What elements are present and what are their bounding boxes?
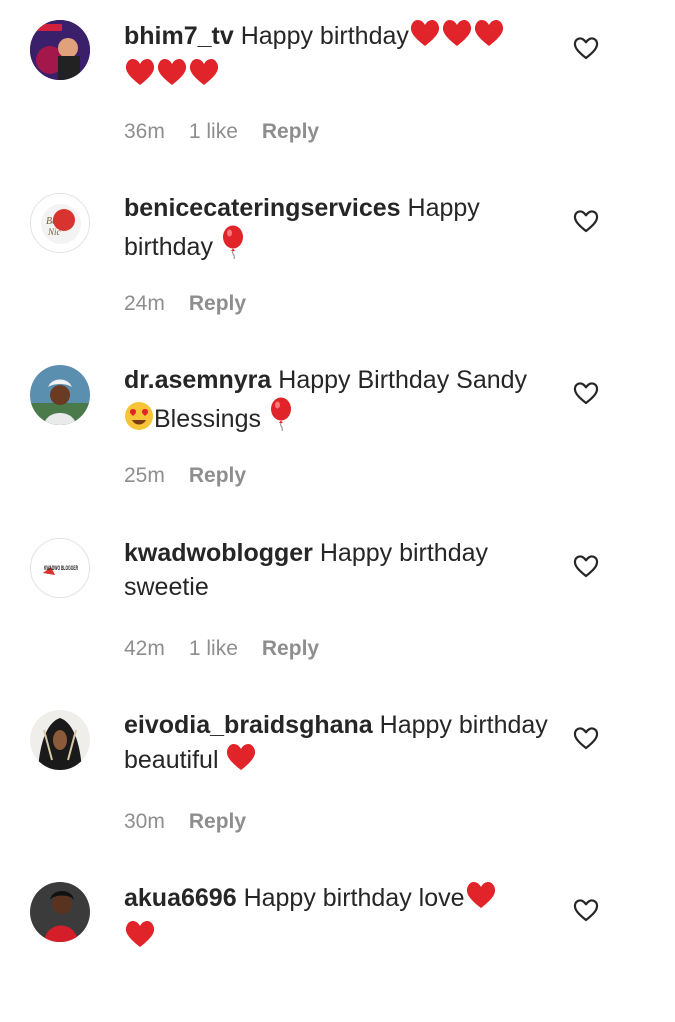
comment-username[interactable]: dr.asemnyra bbox=[124, 366, 271, 394]
balloon-emoji bbox=[268, 397, 294, 440]
comment-message: Happy birthday love bbox=[243, 884, 465, 912]
like-button[interactable] bbox=[573, 898, 599, 922]
comment-username[interactable]: eivodia_braidsghana bbox=[124, 711, 373, 739]
comment-username[interactable]: bhim7_tv bbox=[124, 22, 234, 50]
comment-text: akua6696 Happy birthday love bbox=[124, 880, 554, 958]
like-button[interactable] bbox=[573, 726, 599, 750]
red-heart-emoji bbox=[124, 919, 156, 958]
comment-text: kwadwoblogger Happy birthday sweetie bbox=[124, 536, 554, 604]
red-heart-emoji bbox=[441, 18, 473, 57]
heart-outline-icon bbox=[573, 210, 599, 233]
avatar[interactable]: KWADWO BLOGGER bbox=[30, 538, 90, 598]
comment-text: eivodia_braidsghana Happy birthday beaut… bbox=[124, 708, 554, 781]
comment-item: bhim7_tv Happy birthday 36m 1 like Reply bbox=[0, 0, 675, 160]
comment-item: akua6696 Happy birthday love bbox=[0, 862, 675, 1022]
comment-username[interactable]: akua6696 bbox=[124, 884, 237, 912]
like-button[interactable] bbox=[573, 36, 599, 60]
heart-outline-icon bbox=[573, 382, 599, 405]
red-heart-emoji bbox=[473, 18, 505, 57]
reply-button[interactable]: Reply bbox=[189, 464, 246, 487]
like-button[interactable] bbox=[573, 554, 599, 578]
reply-button[interactable]: Reply bbox=[262, 637, 319, 660]
comment-text: bhim7_tv Happy birthday bbox=[124, 18, 554, 96]
comment-likes[interactable]: 1 like bbox=[189, 120, 238, 143]
comment-message: Happy birthday bbox=[240, 22, 409, 50]
avatar[interactable]: Be Nic bbox=[30, 193, 90, 253]
comment-meta: 42m 1 like Reply bbox=[124, 637, 343, 661]
balloon-emoji bbox=[220, 225, 246, 268]
comment-meta: 36m 1 like Reply bbox=[124, 120, 343, 144]
comment-text: benicecateringservices Happy birthday bbox=[124, 191, 554, 268]
avatar-logo-text: KWADWO BLOGGER bbox=[44, 566, 78, 572]
avatar[interactable] bbox=[30, 20, 90, 80]
comment-item: KWADWO BLOGGER kwadwoblogger Happy birth… bbox=[0, 518, 675, 678]
comment-username[interactable]: benicecateringservices bbox=[124, 194, 401, 222]
comment-meta: 30m Reply bbox=[124, 810, 270, 834]
red-heart-emoji bbox=[124, 57, 156, 96]
reply-button[interactable]: Reply bbox=[189, 292, 246, 315]
svg-text:Nic: Nic bbox=[47, 227, 61, 237]
comment-time: 30m bbox=[124, 810, 165, 833]
heart-outline-icon bbox=[573, 727, 599, 750]
comment-item: eivodia_braidsghana Happy birthday beaut… bbox=[0, 690, 675, 850]
comment-message-part1: Happy Birthday Sandy bbox=[278, 366, 528, 394]
red-heart-emoji bbox=[409, 18, 441, 57]
avatar[interactable] bbox=[30, 365, 90, 425]
avatar[interactable] bbox=[30, 710, 90, 770]
comment-text: dr.asemnyra Happy Birthday Sandy Blessing… bbox=[124, 363, 554, 440]
svg-text:Be: Be bbox=[46, 216, 57, 227]
like-button[interactable] bbox=[573, 209, 599, 233]
comment-time: 36m bbox=[124, 120, 165, 143]
heart-outline-icon bbox=[573, 37, 599, 60]
reply-button[interactable]: Reply bbox=[189, 810, 246, 833]
avatar[interactable] bbox=[30, 882, 90, 942]
red-heart-emoji bbox=[156, 57, 188, 96]
like-button[interactable] bbox=[573, 381, 599, 405]
heart-outline-icon bbox=[573, 555, 599, 578]
comment-item: Be Nic benicecateringservices Happy birt… bbox=[0, 173, 675, 333]
comment-meta: 24m Reply bbox=[124, 292, 270, 316]
comment-likes[interactable]: 1 like bbox=[189, 637, 238, 660]
red-heart-emoji bbox=[225, 742, 257, 781]
red-heart-emoji bbox=[188, 57, 220, 96]
comment-item: dr.asemnyra Happy Birthday Sandy Blessing… bbox=[0, 345, 675, 505]
comment-meta: 25m Reply bbox=[124, 464, 270, 488]
comment-time: 25m bbox=[124, 464, 165, 487]
comment-message-part2: Blessings bbox=[154, 405, 261, 433]
comment-username[interactable]: kwadwoblogger bbox=[124, 539, 313, 567]
comment-time: 42m bbox=[124, 637, 165, 660]
reply-button[interactable]: Reply bbox=[262, 120, 319, 143]
comment-time: 24m bbox=[124, 292, 165, 315]
heart-outline-icon bbox=[573, 899, 599, 922]
heart-eyes-emoji bbox=[124, 401, 154, 440]
red-heart-emoji bbox=[465, 880, 497, 919]
